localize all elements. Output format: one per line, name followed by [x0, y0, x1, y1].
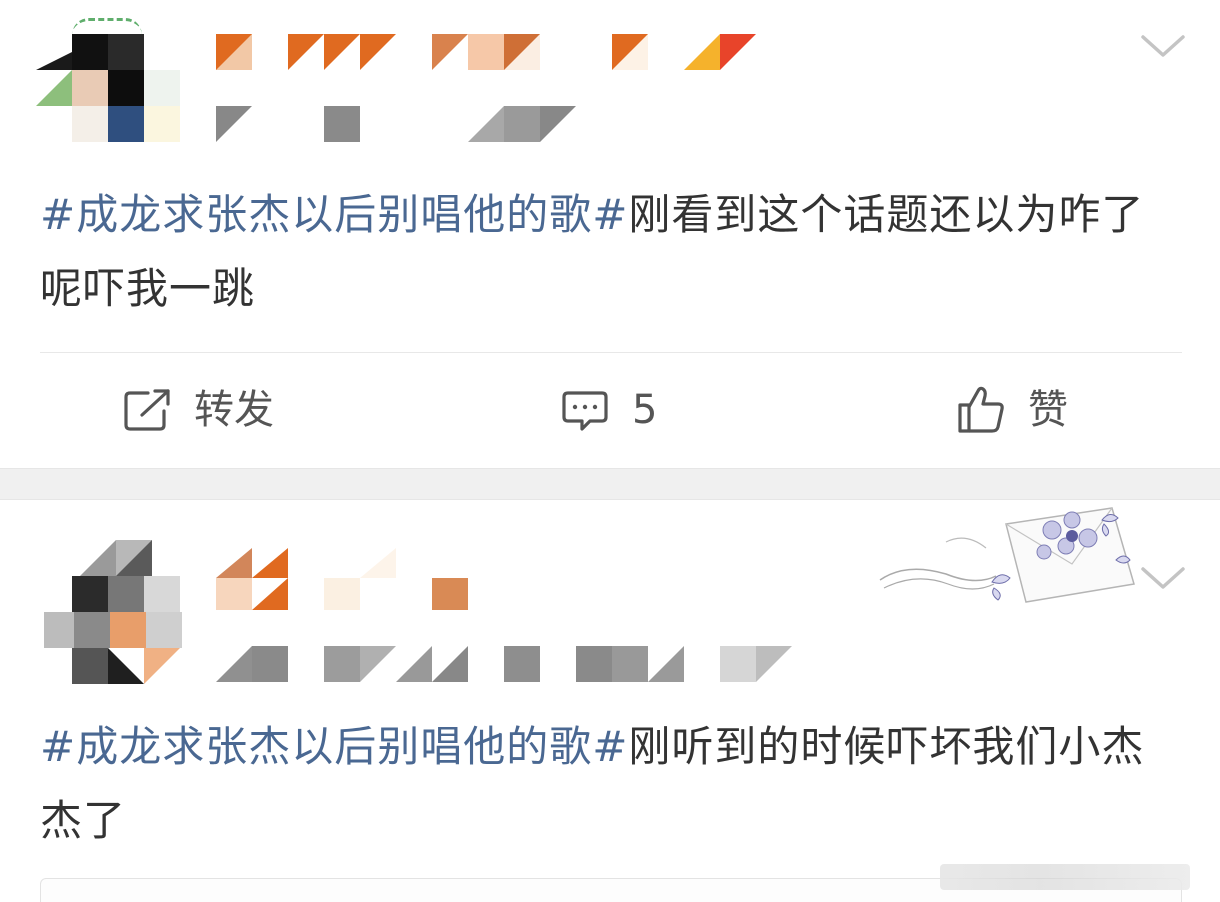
- post-menu-button[interactable]: [1140, 562, 1186, 592]
- chevron-down-icon: [1141, 567, 1185, 589]
- feed-post[interactable]: #成龙求张杰以后别唱他的歌#刚听到的时候吓坏我们小杰杰了: [0, 500, 1220, 902]
- envelope-flower-butterfly-icon: [879, 507, 1135, 603]
- post-menu-button[interactable]: [1140, 30, 1186, 60]
- card-decoration: [876, 502, 1140, 612]
- comment-button[interactable]: 5: [560, 380, 657, 440]
- feed-post[interactable]: #成龙求张杰以后别唱他的歌#刚看到这个话题还以为咋了呢吓我一跳 转发 5 赞: [0, 0, 1220, 468]
- post-separator: [0, 468, 1220, 500]
- avatar[interactable]: [36, 18, 182, 142]
- divider: [40, 352, 1182, 353]
- chevron-down-icon: [1141, 35, 1185, 57]
- hashtag-link[interactable]: #成龙求张杰以后别唱他的歌#: [40, 722, 628, 771]
- post-meta: [216, 646, 816, 682]
- hashtag-link[interactable]: #成龙求张杰以后别唱他的歌#: [40, 190, 628, 239]
- comment-icon: [562, 391, 608, 431]
- repost-button[interactable]: 转发: [122, 380, 274, 440]
- post-meta: [216, 106, 576, 142]
- comment-count: 5: [632, 387, 658, 433]
- weibo-feed: #成龙求张杰以后别唱他的歌#刚看到这个话题还以为咋了呢吓我一跳 转发 5 赞 #…: [0, 0, 1220, 902]
- repost-icon: [124, 389, 170, 431]
- post-text: #成龙求张杰以后别唱他的歌#刚看到这个话题还以为咋了呢吓我一跳: [40, 178, 1160, 326]
- post-text: #成龙求张杰以后别唱他的歌#刚听到的时候吓坏我们小杰杰了: [40, 710, 1160, 858]
- username[interactable]: [216, 34, 760, 72]
- avatar[interactable]: [44, 540, 184, 684]
- like-label: 赞: [1028, 387, 1068, 433]
- thumbs-up-icon: [958, 386, 1004, 433]
- like-button[interactable]: 赞: [956, 380, 1068, 440]
- repost-label: 转发: [194, 387, 274, 433]
- blurred-watermark: [940, 864, 1190, 890]
- username[interactable]: [216, 548, 470, 612]
